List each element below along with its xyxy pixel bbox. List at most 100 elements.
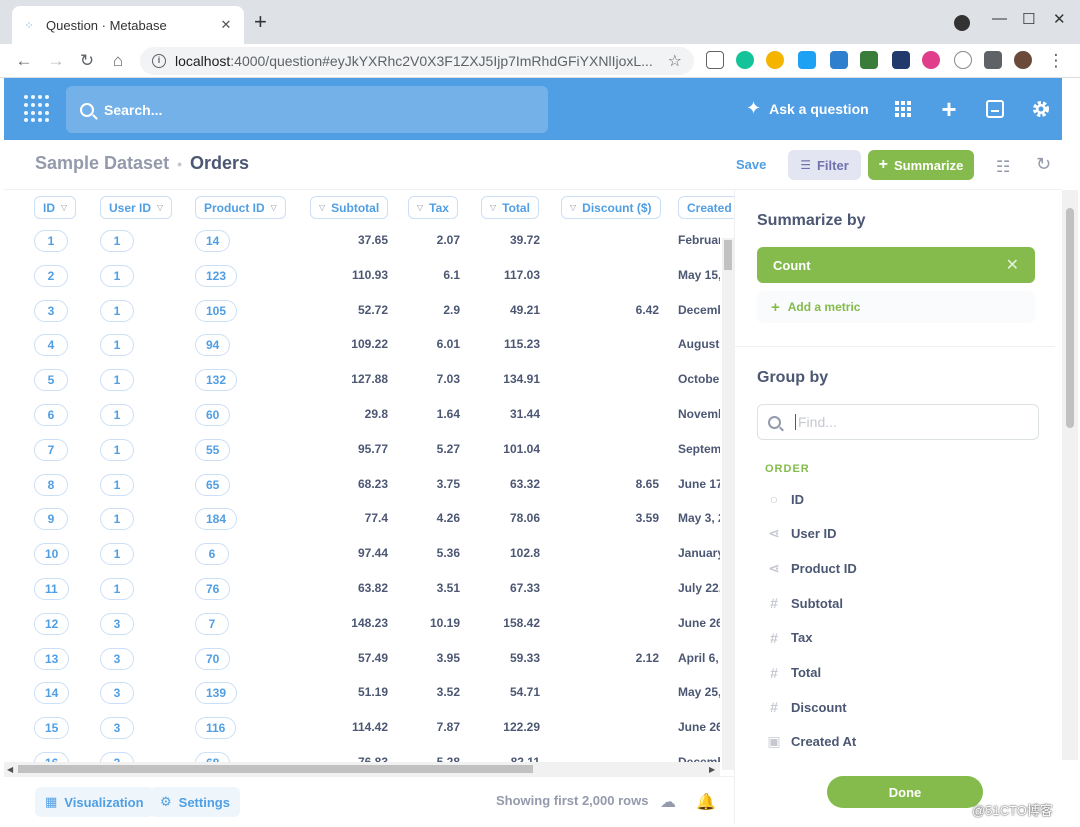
add-metric-button[interactable]: + Add a metric (757, 291, 1035, 323)
user-id-cell[interactable]: 1 (100, 369, 134, 392)
user-id-cell[interactable]: 1 (100, 299, 134, 322)
user-id-cell[interactable]: 3 (100, 647, 134, 670)
download-icon[interactable]: ☁ (660, 792, 676, 812)
product-id-cell[interactable]: 70 (195, 647, 231, 670)
group-by-field-discount[interactable]: # Discount (765, 692, 1045, 722)
product-id-cell[interactable]: 6 (195, 543, 229, 566)
id-cell[interactable]: 4 (34, 334, 68, 357)
id-cell[interactable]: 10 (34, 543, 70, 566)
close-tab-icon[interactable]: ✕ (218, 17, 234, 33)
column-header-discount[interactable]: ▽ Discount ($) (561, 196, 661, 219)
settings-button[interactable]: ⚙ Settings (150, 787, 240, 817)
table-horizontal-scrollbar[interactable] (4, 762, 720, 776)
user-id-cell[interactable]: 1 (100, 473, 134, 496)
filter-button[interactable]: ☰ Filter (788, 150, 861, 180)
save-button[interactable]: Save (736, 157, 766, 172)
column-header-user-id[interactable]: User ID ▽ (100, 196, 173, 219)
user-id-cell[interactable]: 1 (100, 508, 134, 531)
id-cell[interactable]: 14 (34, 682, 70, 705)
url-bar[interactable]: i localhost:4000/question#eyJkYXRhc2V0X3… (140, 47, 694, 75)
browser-menu-icon[interactable]: ⋮ (1046, 51, 1066, 71)
id-cell[interactable]: 2 (34, 264, 68, 287)
product-id-cell[interactable]: 94 (195, 334, 231, 357)
product-id-cell[interactable]: 65 (195, 473, 231, 496)
product-id-cell[interactable]: 123 (195, 264, 238, 287)
browser-tab[interactable]: ⁘ Question · Metabase ✕ (12, 6, 244, 44)
maximize-icon[interactable]: ☐ (1022, 10, 1035, 28)
id-cell[interactable]: 3 (34, 299, 68, 322)
close-window-icon[interactable]: ✕ (1053, 10, 1066, 28)
product-id-cell[interactable]: 14 (195, 230, 231, 252)
id-cell[interactable]: 6 (34, 404, 68, 426)
site-info-icon[interactable]: i (152, 54, 166, 68)
column-header-id[interactable]: ID ▽ (34, 196, 77, 219)
user-id-cell[interactable]: 1 (100, 578, 134, 600)
group-by-field-total[interactable]: # Total (765, 658, 1045, 688)
extension-icon[interactable] (860, 51, 878, 69)
bookmark-star-icon[interactable]: ☆ (668, 51, 682, 71)
id-cell[interactable]: 9 (34, 508, 68, 531)
user-id-cell[interactable]: 1 (100, 230, 134, 252)
metabase-logo-icon[interactable] (24, 95, 49, 123)
user-id-cell[interactable]: 3 (100, 717, 134, 740)
column-header-subtotal[interactable]: ▽ Subtotal (310, 196, 389, 219)
id-cell[interactable]: 11 (34, 578, 69, 600)
user-id-cell[interactable]: 1 (100, 438, 134, 461)
alert-bell-icon[interactable]: 🔔 (696, 792, 716, 812)
back-icon[interactable]: ← (14, 51, 34, 71)
user-id-cell[interactable]: 1 (100, 404, 134, 426)
table-vertical-scrollbar[interactable] (722, 238, 734, 770)
id-cell[interactable]: 8 (34, 473, 68, 496)
settings-gear-icon[interactable] (1028, 96, 1054, 122)
activity-icon[interactable] (982, 96, 1008, 122)
search-box[interactable] (66, 86, 548, 133)
minimize-icon[interactable]: — (992, 10, 1007, 27)
refresh-icon[interactable]: ↻ (1036, 154, 1051, 175)
scroll-right-icon[interactable]: ▶ (709, 765, 715, 774)
user-id-cell[interactable]: 1 (100, 334, 134, 357)
product-id-cell[interactable]: 132 (195, 369, 238, 392)
add-icon[interactable]: + (936, 94, 962, 124)
group-by-field-user-id[interactable]: ⋖ User ID (765, 519, 1045, 549)
column-header-total[interactable]: ▽ Total (481, 196, 539, 219)
group-by-field-subtotal[interactable]: # Subtotal (765, 588, 1045, 618)
column-header-tax[interactable]: ▽ Tax (408, 196, 458, 219)
extension-icon[interactable] (892, 51, 910, 69)
product-id-cell[interactable]: 184 (195, 508, 238, 531)
column-header-product-id[interactable]: Product ID ▽ (195, 196, 286, 219)
remove-metric-icon[interactable]: ✕ (1006, 255, 1019, 275)
extension-icon[interactable] (830, 51, 848, 69)
profile-menu-icon[interactable] (954, 15, 970, 31)
forward-icon[interactable]: → (46, 51, 66, 71)
summarize-button[interactable]: + Summarize (868, 150, 974, 180)
product-id-cell[interactable]: 60 (195, 404, 231, 426)
avatar[interactable] (1014, 51, 1032, 69)
reader-extension-icon[interactable] (706, 51, 724, 69)
extension-new-icon[interactable] (922, 51, 940, 69)
sidebar-scrollbar[interactable] (1062, 190, 1078, 760)
product-id-cell[interactable]: 105 (195, 299, 238, 322)
scroll-left-icon[interactable]: ◀ (7, 765, 13, 774)
id-cell[interactable]: 5 (34, 369, 68, 392)
reload-icon[interactable]: ↻ (77, 51, 97, 71)
breadcrumb-database[interactable]: Sample Dataset (35, 153, 169, 174)
id-cell[interactable]: 7 (34, 438, 68, 461)
new-tab-icon[interactable]: + (254, 11, 267, 33)
id-cell[interactable]: 13 (34, 647, 70, 670)
product-id-cell[interactable]: 76 (195, 578, 231, 600)
twitter-extension-icon[interactable] (798, 51, 816, 69)
search-input[interactable] (104, 101, 504, 118)
column-header-created-at[interactable]: Created At (678, 196, 734, 219)
visualization-button[interactable]: ▦ Visualization (35, 787, 154, 817)
apps-grid-icon[interactable] (890, 96, 916, 122)
group-by-field-tax[interactable]: # Tax (765, 623, 1045, 653)
metric-count-pill[interactable]: Count ✕ (757, 247, 1035, 283)
extension-icon[interactable] (766, 51, 784, 69)
id-cell[interactable]: 15 (34, 717, 70, 740)
group-by-field-product-id[interactable]: ⋖ Product ID (765, 553, 1045, 583)
grammarly-extension-icon[interactable] (736, 51, 754, 69)
id-cell[interactable]: 1 (34, 230, 68, 252)
group-by-field-created-at[interactable]: ▣ Created At (765, 727, 1045, 757)
home-icon[interactable]: ⌂ (108, 51, 128, 71)
product-id-cell[interactable]: 116 (195, 717, 237, 740)
